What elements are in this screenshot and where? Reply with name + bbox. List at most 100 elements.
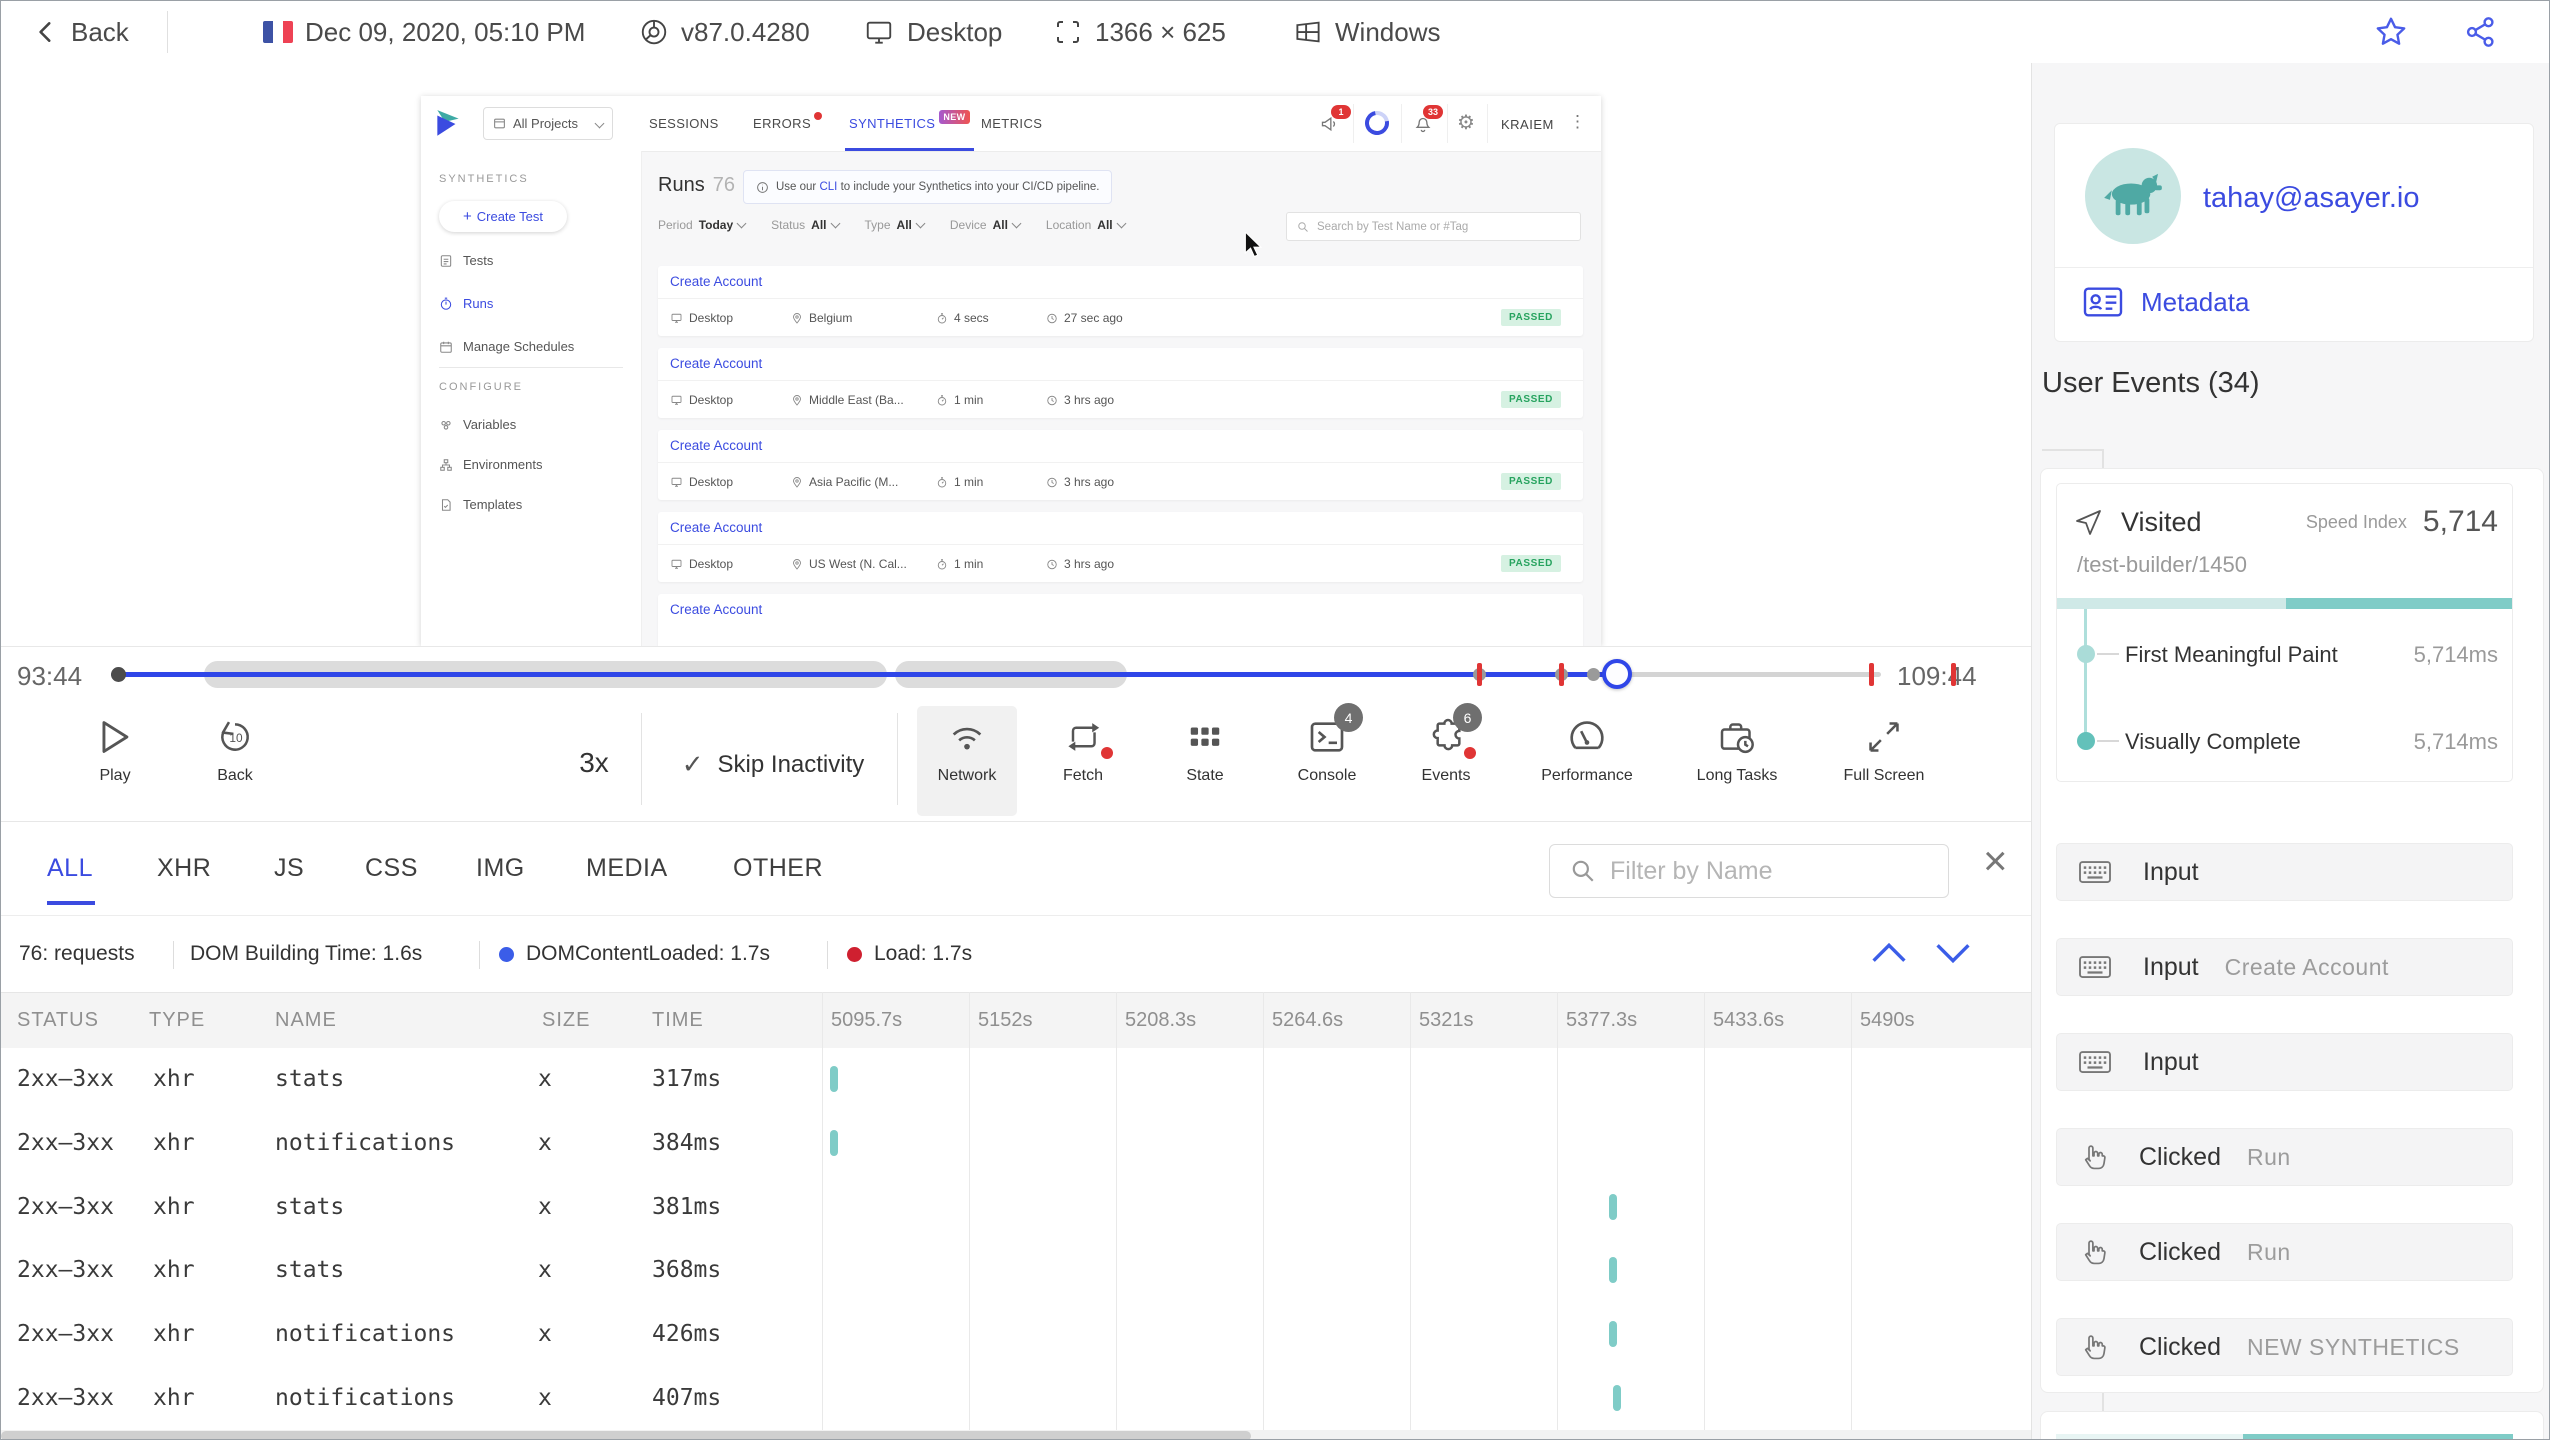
network-request-row[interactable]: 2xx–3xx xhr stats x 317ms: [1, 1047, 2031, 1111]
user-event-input[interactable]: Input: [2056, 843, 2513, 901]
run-location: Belgium: [791, 311, 852, 325]
run-details: Desktop Belgium 4 secs 27 sec ago PASSED: [658, 298, 1583, 336]
loading-spinner: [1360, 106, 1394, 140]
cli-banner: Use our CLI to include your Synthetics i…: [743, 170, 1113, 204]
visited-label: Visited: [2121, 506, 2202, 537]
network-tab-js[interactable]: JS: [274, 822, 304, 915]
run-card: Create Account: [658, 594, 1583, 646]
network-tab-all[interactable]: ALL: [47, 822, 95, 915]
network-request-row[interactable]: 2xx–3xx xhr stats x 381ms: [1, 1175, 2031, 1239]
panel-button-long-tasks[interactable]: Long Tasks: [1662, 715, 1812, 785]
network-tab-media[interactable]: MEDIA: [586, 822, 668, 915]
jump-previous-button[interactable]: [1869, 938, 1909, 968]
skip-inactivity-toggle[interactable]: ✓ Skip Inactivity: [682, 749, 865, 780]
megaphone-icon: 1: [1319, 105, 1351, 134]
share-button[interactable]: [2463, 1, 2499, 63]
cell-time: 407ms: [652, 1385, 722, 1411]
clock-icon: [1047, 313, 1057, 323]
error-marker[interactable]: [1869, 663, 1874, 686]
replay-tab-synthetics: SYNTHETICS NEW: [845, 96, 974, 151]
replay-tab-sessions: SESSIONS: [649, 116, 719, 131]
user-event-click[interactable]: Clicked Run: [2056, 1128, 2513, 1186]
metric-tick: [2097, 653, 2119, 655]
replay-sidebar: SYNTHETICS + Create Test Tests Runs Manag…: [421, 151, 642, 646]
jump-next-button[interactable]: [1933, 938, 1973, 968]
waterfall-mark: [1609, 1193, 1617, 1220]
events-alert-dot: [1464, 747, 1476, 759]
network-stats-row: 76: requests DOM Building Time: 1.6s DOM…: [1, 916, 2031, 992]
run-link: Create Account: [670, 520, 763, 535]
fetch-icon: [1068, 723, 1100, 751]
star-icon: [2376, 17, 2406, 45]
events-group-card: Visited Speed Index 5,714 /test-builder/…: [2040, 468, 2544, 1393]
timeline-track[interactable]: [111, 647, 1956, 702]
stopwatch-icon: [937, 558, 947, 569]
timeline-start-dot: [111, 667, 126, 682]
state-grid-icon: [1190, 727, 1220, 746]
run-details: Desktop Middle East (Ba... 1 min 3 hrs a…: [658, 380, 1583, 418]
error-marker[interactable]: [1951, 663, 1956, 686]
favorite-button[interactable]: [2373, 1, 2409, 63]
fetch-alert-dot: [1101, 747, 1113, 759]
waterfall-mark: [1609, 1321, 1617, 1348]
filter-type: Type All: [865, 218, 926, 232]
speed-index-bar: [2057, 598, 2512, 609]
user-email-link[interactable]: tahay@asayer.io: [2203, 182, 2419, 215]
close-panel-button[interactable]: ×: [1983, 840, 2008, 882]
panel-button-full-screen[interactable]: Full Screen: [1809, 715, 1959, 785]
header-separator: [1353, 104, 1354, 143]
run-details: Desktop US West (N. Cal... 1 min 3 hrs a…: [658, 544, 1583, 582]
speed-button[interactable]: 3x: [579, 747, 609, 779]
resolution-info: 1366 × 625: [1053, 1, 1226, 63]
network-request-row[interactable]: 2xx–3xx xhr notifications x 384ms: [1, 1111, 2031, 1175]
os-name: Windows: [1335, 16, 1441, 47]
session-replay-screen: All Projects SESSIONS ERRORS SYNTHETICS N…: [421, 96, 1601, 646]
run-link: Create Account: [670, 356, 763, 371]
user-event-click[interactable]: Clicked NEW SYNTHETICS: [2056, 1318, 2513, 1376]
playback-timeline: 93:44 109:44: [1, 646, 2031, 702]
panel-button-events[interactable]: 6 Events: [1371, 703, 1521, 785]
network-tab-img[interactable]: IMG: [476, 822, 525, 915]
error-marker[interactable]: [1559, 663, 1564, 686]
hand-pointer-icon: [2084, 1335, 2106, 1360]
run-ago: 3 hrs ago: [1046, 393, 1114, 407]
stats-divider: [827, 941, 828, 969]
run-ago: 27 sec ago: [1046, 311, 1123, 325]
user-event-input[interactable]: Input Create Account: [2056, 938, 2513, 996]
visited-event-card[interactable]: Visited Speed Index 5,714 /test-builder/…: [2056, 483, 2513, 782]
mouse-cursor: [1244, 232, 1263, 258]
network-request-row[interactable]: 2xx–3xx xhr notifications x 426ms: [1, 1302, 2031, 1366]
filter-location: Location All: [1046, 218, 1127, 232]
filter-by-name-input[interactable]: Filter by Name: [1549, 844, 1949, 898]
replay-search-input: Search by Test Name or #Tag: [1286, 212, 1581, 241]
scrollbar-thumb[interactable]: [1, 1431, 1251, 1439]
network-tab-css[interactable]: CSS: [365, 822, 418, 915]
cli-link: CLI: [819, 181, 838, 193]
player-controls: Play 10 Back 3x ✓ Skip Inactivity Network…: [1, 701, 2031, 821]
console-count-badge: 4: [1334, 703, 1363, 732]
horizontal-scrollbar[interactable]: [1, 1430, 2031, 1439]
stopwatch-icon: [937, 476, 947, 487]
sidebar-item-templates: Templates: [439, 497, 522, 512]
network-request-row[interactable]: 2xx–3xx xhr stats x 368ms: [1, 1238, 2031, 1302]
chevron-down-icon: [594, 118, 605, 129]
cell-size: x: [538, 1193, 552, 1220]
network-tab-xhr[interactable]: XHR: [157, 822, 211, 915]
playhead-knob[interactable]: [1602, 659, 1632, 689]
user-event-input[interactable]: Input: [2056, 1033, 2513, 1091]
back-button[interactable]: Back: [33, 1, 129, 63]
network-request-row[interactable]: 2xx–3xx xhr notifications x 407ms: [1, 1366, 2031, 1430]
user-event-click[interactable]: Clicked Run: [2056, 1223, 2513, 1281]
metadata-button[interactable]: Metadata: [2083, 286, 2249, 318]
back-10s-button[interactable]: 10 Back: [160, 715, 310, 785]
time-tick-label: 5433.6s: [1713, 1009, 1785, 1031]
current-time: 93:44: [17, 661, 83, 691]
cell-time: 317ms: [652, 1066, 722, 1092]
metric-fmp: First Meaningful Paint 5,714ms: [2125, 642, 2498, 667]
error-marker[interactable]: [1477, 663, 1482, 686]
country-flag-icon-france: [263, 21, 293, 43]
run-location: US West (N. Cal...: [791, 557, 907, 571]
runs-page-title: Runs 76: [658, 174, 735, 196]
panel-button-performance[interactable]: Performance: [1512, 715, 1662, 785]
network-tab-other[interactable]: OTHER: [733, 822, 823, 915]
